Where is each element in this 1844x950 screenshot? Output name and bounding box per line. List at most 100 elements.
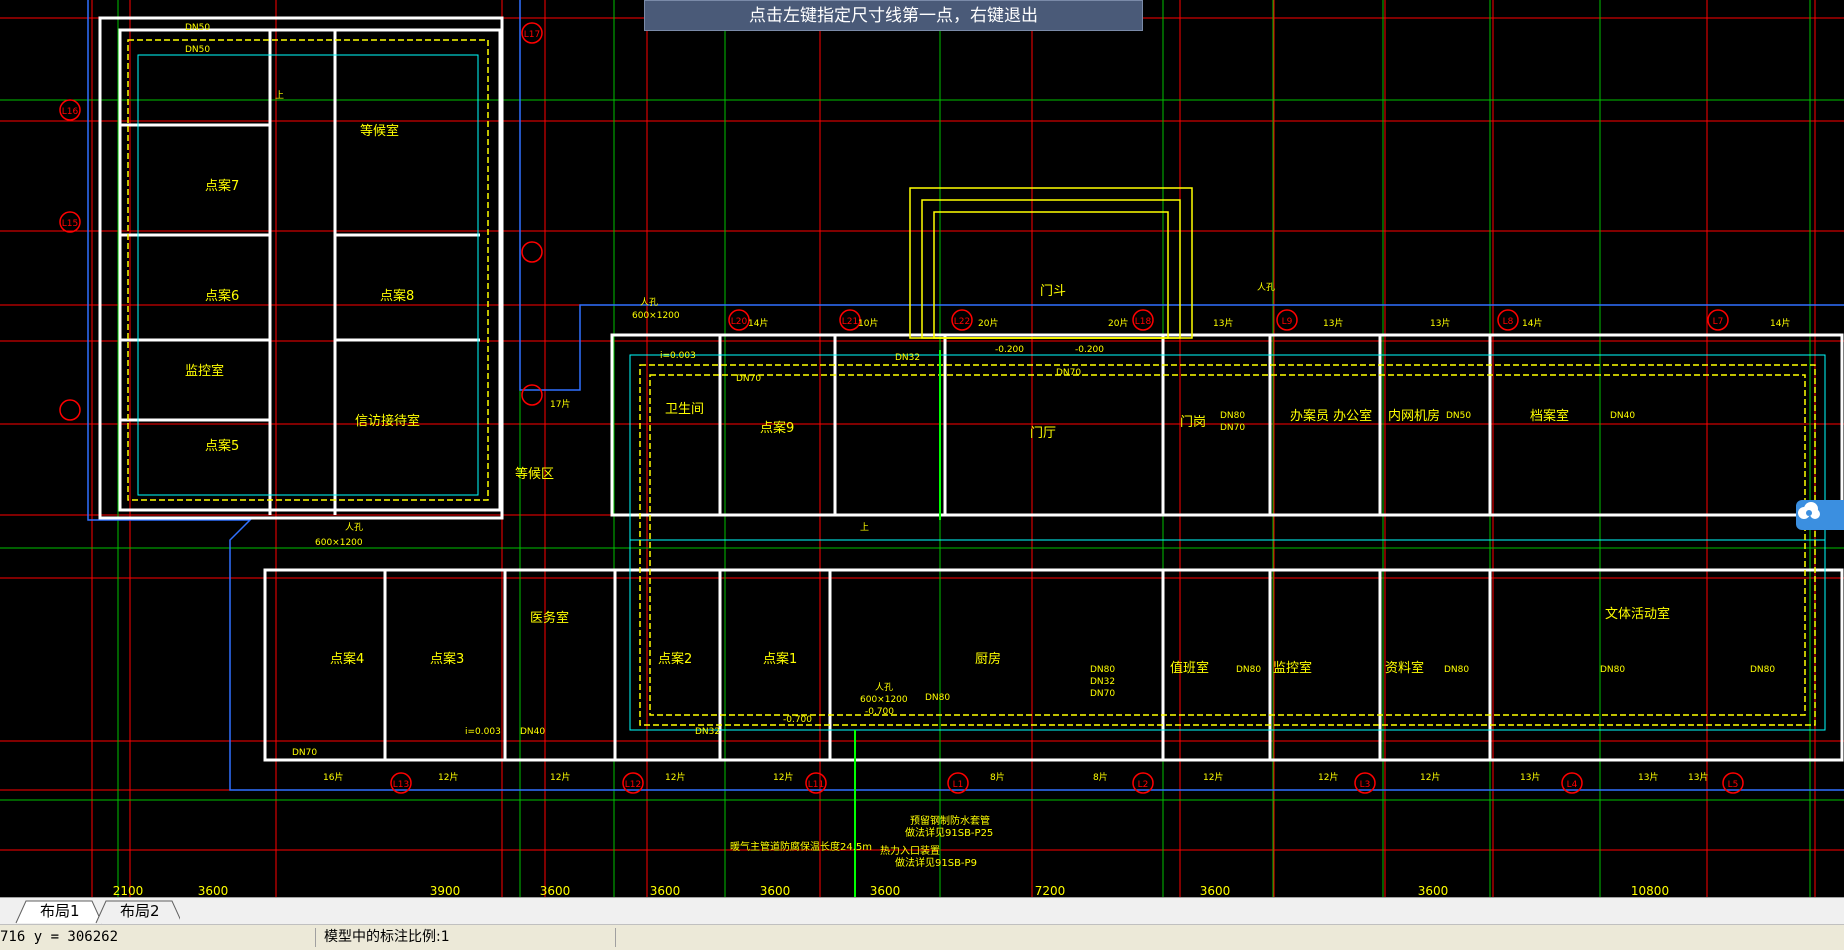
- cloud-icon: [1798, 502, 1820, 519]
- svg-text:预留钢制防水套管: 预留钢制防水套管: [910, 814, 990, 827]
- svg-text:3600: 3600: [1200, 884, 1231, 897]
- svg-text:8片: 8片: [1093, 771, 1108, 783]
- svg-text:L21: L21: [842, 317, 858, 327]
- svg-text:DN70: DN70: [736, 374, 761, 384]
- svg-text:13片: 13片: [1638, 771, 1658, 783]
- svg-text:i=0.003: i=0.003: [465, 727, 501, 737]
- svg-text:8片: 8片: [990, 771, 1005, 783]
- annotation-scale-note: 模型中的标注比例:1: [324, 929, 450, 945]
- svg-text:暖气主管道防腐保温长度24.5m: 暖气主管道防腐保温长度24.5m: [730, 840, 872, 853]
- svg-text:DN40: DN40: [1610, 411, 1635, 421]
- construction-notes: 预留钢制防水套管 做法详见91SB-P25 热力入口装置 做法详见91SB-P9…: [730, 814, 993, 869]
- room-record5: 点案5: [205, 439, 239, 454]
- room-entrance: 门斗: [1040, 284, 1066, 299]
- svg-text:DN32: DN32: [695, 727, 720, 737]
- red-grid: [0, 0, 1844, 897]
- svg-text:3600: 3600: [870, 884, 901, 897]
- svg-text:DN40: DN40: [520, 727, 545, 737]
- svg-text:L1: L1: [953, 780, 964, 790]
- svg-text:14片: 14片: [1770, 317, 1790, 329]
- svg-text:600×1200: 600×1200: [860, 695, 908, 705]
- room-network: 内网机房: [1388, 408, 1440, 424]
- svg-text:3600: 3600: [650, 884, 681, 897]
- svg-text:7200: 7200: [1035, 884, 1066, 897]
- svg-text:3600: 3600: [760, 884, 791, 897]
- svg-text:L16: L16: [62, 107, 79, 117]
- room-activity: 文体活动室: [1605, 606, 1670, 622]
- svg-text:做法详见91SB-P25: 做法详见91SB-P25: [905, 826, 993, 839]
- status-divider: [615, 928, 616, 947]
- svg-text:DN80: DN80: [1220, 411, 1245, 421]
- svg-text:L12: L12: [625, 780, 641, 790]
- riser-pipe: [854, 350, 941, 897]
- outer-outline: [87, 0, 1844, 791]
- room-record4: 点案4: [330, 652, 364, 667]
- svg-text:14片: 14片: [748, 317, 768, 329]
- svg-text:L11: L11: [808, 780, 824, 790]
- svg-text:L17: L17: [524, 30, 540, 40]
- svg-text:L4: L4: [1567, 780, 1578, 790]
- svg-text:16片: 16片: [323, 771, 343, 783]
- room-record7: 点案7: [205, 179, 239, 194]
- room-monitor2: 监控室: [1273, 660, 1312, 676]
- tab-layout2[interactable]: 布局2: [120, 900, 160, 922]
- svg-text:L20: L20: [731, 317, 748, 327]
- svg-text:DN50: DN50: [1446, 411, 1471, 421]
- svg-text:L18: L18: [1135, 317, 1152, 327]
- svg-text:DN50: DN50: [185, 45, 210, 55]
- cursor-coordinates: 716 y = 306262: [0, 929, 119, 945]
- axis-label-text: L16 L15 L17 L20 L21 L22 L18 L9 L8 L7 L13…: [62, 30, 1739, 790]
- svg-text:10800: 10800: [1631, 884, 1669, 897]
- room-hall: 门厅: [1030, 426, 1056, 441]
- room-guard: 门岗: [1180, 415, 1206, 430]
- cloud-sync-button[interactable]: [1796, 500, 1844, 530]
- svg-text:2100: 2100: [113, 884, 144, 897]
- room-toilet: 卫生间: [665, 402, 704, 417]
- svg-text:12片: 12片: [438, 771, 458, 783]
- svg-text:12片: 12片: [1318, 771, 1338, 783]
- svg-text:人孔: 人孔: [640, 297, 658, 308]
- svg-text:13片: 13片: [1213, 317, 1233, 329]
- drawing-canvas[interactable]: 等候室 点案7 点案6 点案8 监控室 信访接待室 点案5 等候区 卫生间 点案…: [0, 0, 1844, 897]
- room-archive: 档案室: [1530, 408, 1569, 424]
- svg-text:L13: L13: [393, 780, 409, 790]
- svg-text:13片: 13片: [1520, 771, 1540, 783]
- svg-text:12片: 12片: [550, 771, 570, 783]
- room-record6: 点案6: [205, 289, 239, 304]
- layout-tab-bar: 布局1 布局2: [0, 897, 1844, 925]
- command-prompt-tooltip: 点击左键指定尺寸线第一点，右键退出: [644, 0, 1143, 31]
- svg-text:13片: 13片: [1430, 317, 1450, 329]
- svg-text:-0.700: -0.700: [783, 715, 812, 725]
- svg-text:DN80: DN80: [1090, 665, 1115, 675]
- room-waiting-area: 等候区: [515, 466, 554, 482]
- svg-text:DN70: DN70: [292, 748, 317, 758]
- svg-text:3600: 3600: [198, 884, 229, 897]
- svg-text:L22: L22: [954, 317, 970, 327]
- svg-text:热力入口装置: 热力入口装置: [880, 844, 940, 857]
- room-record3: 点案3: [430, 652, 464, 667]
- svg-text:L7: L7: [1713, 317, 1724, 327]
- svg-text:DN80: DN80: [1750, 665, 1775, 675]
- tab-layout1[interactable]: 布局1: [40, 900, 80, 922]
- svg-text:-0.200: -0.200: [1075, 345, 1104, 355]
- svg-text:DN70: DN70: [1090, 689, 1115, 699]
- svg-text:i=0.003: i=0.003: [660, 351, 696, 361]
- svg-text:人孔: 人孔: [1257, 282, 1275, 293]
- floor-plan-drawing[interactable]: 等候室 点案7 点案6 点案8 监控室 信访接待室 点案5 等候区 卫生间 点案…: [0, 0, 1844, 897]
- room-office: 办案员 办公室: [1290, 408, 1372, 424]
- room-info: 资料室: [1385, 660, 1424, 676]
- svg-text:DN32: DN32: [895, 353, 920, 363]
- svg-text:17片: 17片: [550, 398, 570, 410]
- green-grid: [0, 0, 1844, 897]
- svg-text:-0.700: -0.700: [865, 707, 894, 717]
- svg-text:上: 上: [275, 90, 284, 101]
- svg-text:L15: L15: [62, 219, 78, 229]
- svg-text:人孔: 人孔: [345, 522, 363, 533]
- heating-pipes: [127, 39, 1816, 726]
- svg-text:600×1200: 600×1200: [315, 538, 363, 548]
- room-monitoring: 监控室: [185, 363, 224, 379]
- svg-text:12片: 12片: [1203, 771, 1223, 783]
- cyan-lines: [137, 54, 1826, 731]
- svg-text:20片: 20片: [978, 317, 998, 329]
- svg-text:DN80: DN80: [925, 693, 950, 703]
